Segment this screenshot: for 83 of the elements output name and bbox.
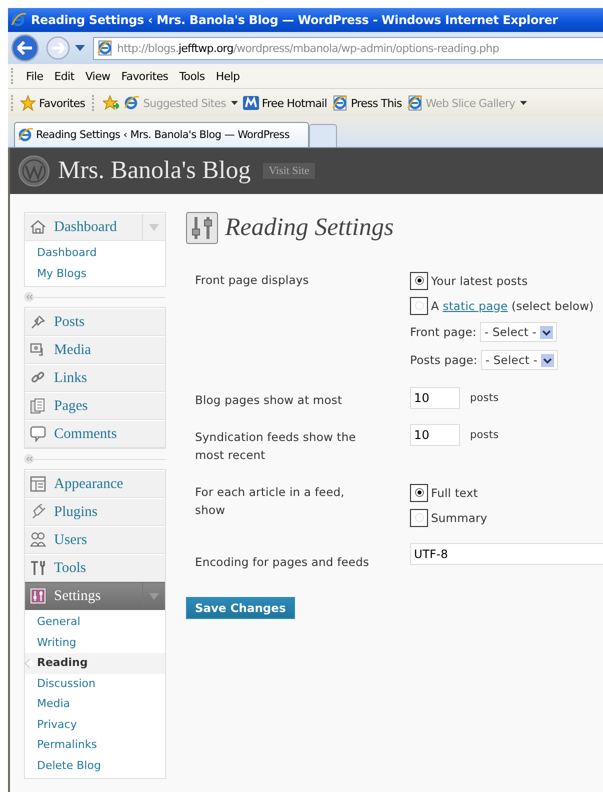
field-label: Encoding for pages and feeds — [195, 554, 370, 571]
dropdown-icon[interactable] — [540, 326, 553, 338]
add-favorite-icon[interactable] — [103, 95, 120, 111]
browser-tab[interactable]: Reading Settings ‹ Mrs. Banola's Blog — WordPress — [14, 122, 308, 147]
radio-button[interactable] — [410, 484, 428, 502]
field-label: Front page displays — [195, 272, 310, 289]
field-label: Front page: — [410, 325, 476, 339]
menu-item[interactable]: Edit — [54, 70, 74, 82]
menu-item[interactable]: Tools — [179, 70, 205, 82]
menu-item[interactable]: Pages — [25, 392, 165, 420]
site-title[interactable]: Mrs. Banola's Blog — [58, 157, 251, 185]
unit-label: posts — [470, 392, 499, 404]
menu-item[interactable]: Appearance — [25, 470, 165, 498]
page-select[interactable]: - Select - — [481, 350, 558, 370]
menu-item[interactable]: Media — [25, 336, 165, 364]
house-icon — [30, 219, 46, 235]
window-title: Reading Settings ‹ Mrs. Banola's Blog — WordPress - Windows Internet Explorer — [31, 13, 558, 27]
pages-icon — [30, 398, 46, 414]
submenu-item[interactable]: Delete Blog — [25, 756, 165, 776]
favorites-bar-item[interactable]: Press This — [332, 95, 402, 111]
field-label: Posts page: — [410, 353, 478, 367]
dropdown-icon[interactable] — [230, 101, 238, 105]
browser-logo-icon — [11, 12, 27, 28]
static-page-link[interactable]: static page — [442, 298, 508, 312]
field-label: Syndication feeds show the most recent — [195, 429, 357, 464]
browser-logo-icon — [18, 127, 34, 143]
field-label: Blog pages show at most — [195, 392, 344, 409]
dropdown-icon[interactable] — [540, 354, 554, 366]
star-icon — [20, 95, 36, 111]
browser-logo-icon — [124, 95, 140, 111]
dropdown-icon[interactable] — [520, 101, 528, 105]
page-select[interactable]: - Select - — [480, 322, 557, 342]
users-icon — [30, 532, 46, 548]
option-label: Summary — [431, 510, 488, 524]
radio-button[interactable] — [410, 272, 428, 290]
page-icon — [332, 95, 348, 111]
submenu-item[interactable]: My Blogs — [25, 264, 165, 284]
menu-item[interactable]: Comments — [25, 420, 165, 448]
save-changes-button[interactable]: Save Changes — [186, 597, 295, 619]
number-input[interactable]: 10 — [410, 424, 460, 446]
favorites-bar-item[interactable]: Free Hotmail — [242, 95, 327, 111]
submenu-item[interactable]: Privacy — [25, 714, 165, 735]
menu-item[interactable]: Users — [25, 526, 165, 554]
menu-item[interactable]: File — [26, 70, 44, 82]
menu-item[interactable]: Favorites — [121, 70, 168, 82]
menu-item[interactable]: Plugins — [25, 498, 165, 526]
option-label: Full text — [431, 486, 478, 500]
plug-icon — [30, 504, 46, 520]
submenu-item[interactable]: Discussion — [25, 674, 165, 694]
menu-item[interactable]: Links — [25, 364, 165, 392]
speech-bubble-icon — [30, 426, 46, 442]
page-icon — [97, 40, 113, 56]
visit-site-button[interactable]: Visit Site — [262, 163, 316, 179]
menu-item[interactable]: Posts — [25, 308, 165, 336]
field-label: For each article in a feed, show — [195, 484, 346, 519]
submenu-item[interactable]: General — [25, 612, 165, 632]
favorites-bar-item[interactable]: Favorites — [20, 95, 86, 111]
sliders-icon — [186, 212, 218, 244]
submenu-item[interactable]: Reading — [25, 653, 165, 674]
page-title: Reading Settings — [225, 214, 394, 242]
radio-button[interactable] — [410, 508, 428, 526]
site-logo-icon[interactable] — [18, 155, 50, 187]
text-input[interactable]: UTF-8 — [410, 543, 603, 565]
submenu-item[interactable]: Dashboard — [25, 243, 165, 264]
address-field[interactable]: http://blogs.jefftwp.org/wordpress/mbanola/wp-admin/options-reading.php — [93, 36, 603, 60]
page-icon — [406, 95, 423, 111]
submenu-item[interactable]: Writing — [25, 632, 165, 653]
mail-logo-icon — [242, 95, 259, 111]
menu-item[interactable]: Settings — [25, 582, 165, 610]
option-label: Your latest posts — [431, 274, 528, 288]
menu-item[interactable]: Help — [216, 70, 240, 82]
submenu-item[interactable]: Permalinks — [25, 735, 165, 756]
pushpin-icon — [30, 314, 46, 330]
menu-item[interactable]: View — [85, 70, 110, 82]
radio-button[interactable] — [410, 296, 428, 314]
media-icon — [30, 342, 46, 358]
number-input[interactable]: 10 — [410, 387, 460, 409]
tools-icon — [30, 560, 46, 576]
submenu-item[interactable]: Media — [25, 694, 165, 714]
layout-icon — [30, 476, 46, 492]
option-label: A static page (select below) — [431, 298, 594, 312]
unit-label: posts — [470, 429, 499, 441]
sliders-icon — [30, 588, 46, 604]
